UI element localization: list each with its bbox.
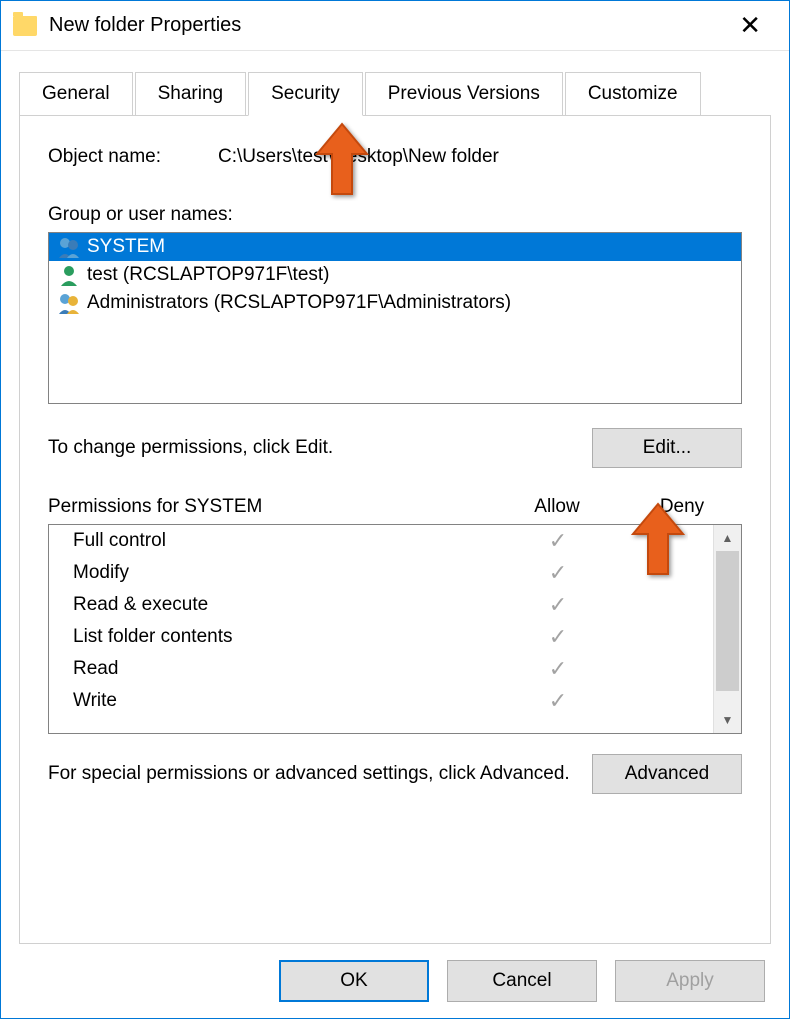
edit-hint-text: To change permissions, click Edit. [48,437,592,459]
titlebar: New folder Properties ✕ [1,1,789,51]
perm-name: Read [73,658,493,680]
list-item-label: test (RCSLAPTOP971F\test) [87,264,330,286]
permissions-listbox: Full control ✓ Modify ✓ Read & execute ✓… [48,524,742,734]
perm-row-full-control: Full control ✓ [49,525,713,557]
tab-previous-versions[interactable]: Previous Versions [365,72,563,116]
tab-customize[interactable]: Customize [565,72,701,116]
edit-row: To change permissions, click Edit. Edit.… [48,428,742,468]
scroll-up-arrow-icon[interactable]: ▲ [714,525,741,551]
advanced-row: For special permissions or advanced sett… [48,754,742,794]
edit-button[interactable]: Edit... [592,428,742,468]
group-names-label: Group or user names: [48,204,742,226]
close-button[interactable]: ✕ [723,10,777,41]
check-icon: ✓ [493,528,623,554]
object-name-label: Object name: [48,146,218,168]
check-icon: ✓ [493,560,623,586]
perm-name: Read & execute [73,594,493,616]
check-icon: ✓ [493,592,623,618]
window-title: New folder Properties [49,14,723,37]
perm-name: Write [73,690,493,712]
list-item-system[interactable]: SYSTEM [49,233,741,261]
perm-row-write: Write ✓ [49,685,713,717]
users-icon [57,292,81,314]
folder-icon [13,16,37,36]
object-name-value: C:\Users\test\Desktop\New folder [218,146,499,168]
permissions-list: Full control ✓ Modify ✓ Read & execute ✓… [49,525,713,733]
scroll-down-arrow-icon[interactable]: ▼ [714,707,741,733]
advanced-hint-text: For special permissions or advanced sett… [48,761,572,788]
properties-dialog: New folder Properties ✕ General Sharing … [0,0,790,1019]
advanced-button[interactable]: Advanced [592,754,742,794]
dialog-button-bar: OK Cancel Apply [1,944,789,1018]
list-item-administrators[interactable]: Administrators (RCSLAPTOP971F\Administra… [49,289,741,317]
list-item-label: SYSTEM [87,236,165,258]
perm-row-read: Read ✓ [49,653,713,685]
perm-name: List folder contents [73,626,493,648]
perm-row-read-execute: Read & execute ✓ [49,589,713,621]
permissions-header: Permissions for SYSTEM Allow Deny [48,496,742,518]
check-icon: ✓ [493,688,623,714]
perm-name: Modify [73,562,493,584]
perm-name: Full control [73,530,493,552]
tab-security[interactable]: Security [248,72,363,116]
list-item-test[interactable]: test (RCSLAPTOP971F\test) [49,261,741,289]
list-item-label: Administrators (RCSLAPTOP971F\Administra… [87,292,511,314]
tab-content: Object name: C:\Users\test\Desktop\New f… [19,115,771,944]
tab-strip: General Sharing Security Previous Versio… [1,51,789,115]
scroll-track[interactable] [714,551,741,707]
scroll-thumb[interactable] [716,551,739,691]
perm-row-modify: Modify ✓ [49,557,713,589]
permissions-title: Permissions for SYSTEM [48,496,492,518]
users-icon [57,236,81,258]
tab-sharing[interactable]: Sharing [135,72,247,116]
cancel-button[interactable]: Cancel [447,960,597,1002]
deny-column-header: Deny [622,496,742,518]
perm-row-list-folder: List folder contents ✓ [49,621,713,653]
apply-button[interactable]: Apply [615,960,765,1002]
tab-general[interactable]: General [19,72,133,116]
check-icon: ✓ [493,656,623,682]
scrollbar[interactable]: ▲ ▼ [713,525,741,733]
group-user-listbox[interactable]: SYSTEM test (RCSLAPTOP971F\test) Adminis… [48,232,742,404]
allow-column-header: Allow [492,496,622,518]
object-name-row: Object name: C:\Users\test\Desktop\New f… [48,146,742,168]
ok-button[interactable]: OK [279,960,429,1002]
user-icon [57,264,81,286]
check-icon: ✓ [493,624,623,650]
